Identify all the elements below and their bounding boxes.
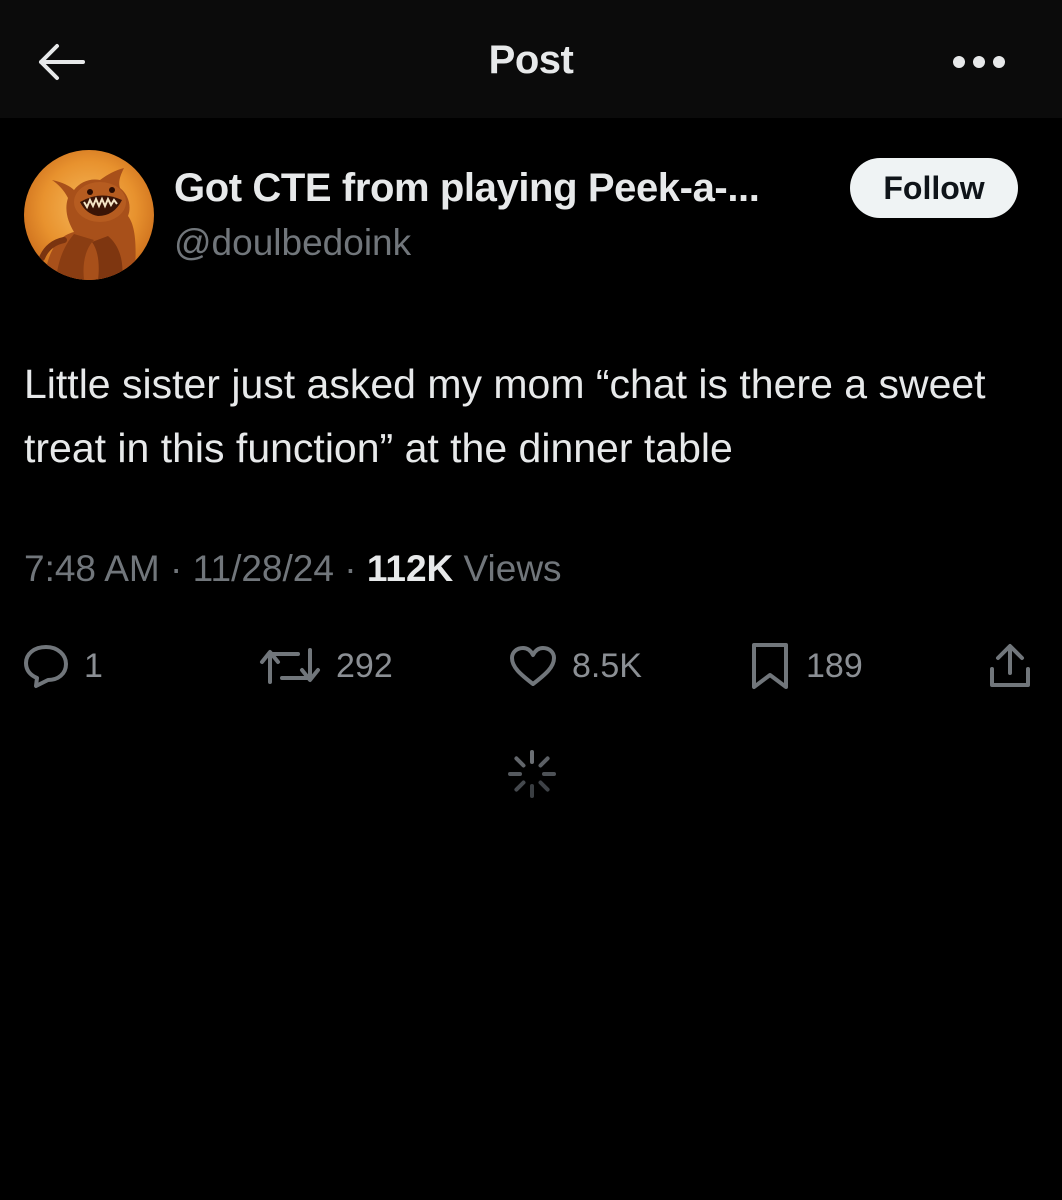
more-options-button[interactable] <box>948 44 1010 80</box>
views-count: 112K <box>366 548 454 589</box>
bookmark-count: 189 <box>806 646 863 685</box>
views-label: Views <box>463 548 562 589</box>
like-count: 8.5K <box>572 646 642 685</box>
meta-separator: · <box>170 548 183 589</box>
share-button[interactable] <box>986 636 1034 696</box>
post-text: Little sister just asked my mom “chat is… <box>24 361 986 471</box>
reply-icon <box>24 645 68 688</box>
bookmark-button[interactable]: 189 <box>748 636 863 696</box>
action-bar: 1 292 8.5K 189 <box>0 636 1062 696</box>
page-title: Post <box>488 38 574 82</box>
share-icon <box>990 644 1030 687</box>
top-bar: Post <box>0 0 1062 118</box>
reply-count: 1 <box>84 646 103 685</box>
repost-button[interactable]: 292 <box>258 636 393 696</box>
author-handle[interactable]: @doulbedoink <box>174 222 411 264</box>
follow-button[interactable]: Follow <box>850 158 1018 218</box>
like-button[interactable]: 8.5K <box>508 636 642 696</box>
loading-spinner-icon <box>506 748 558 800</box>
repost-icon <box>260 648 320 684</box>
author-display-name[interactable]: Got CTE from playing Peek-a-... <box>174 166 834 211</box>
reply-button[interactable]: 1 <box>22 636 103 696</box>
bookmark-icon <box>752 643 788 689</box>
repost-count: 292 <box>336 646 393 685</box>
post-meta: 7:48 AM · 11/28/24 · 112K Views <box>24 548 562 590</box>
avatar-image <box>24 150 154 280</box>
more-horizontal-icon <box>953 56 1005 68</box>
avatar[interactable] <box>24 150 154 280</box>
heart-icon <box>510 646 556 686</box>
post-date[interactable]: 11/28/24 <box>193 548 334 589</box>
post-time[interactable]: 7:48 AM <box>24 548 160 589</box>
meta-separator: · <box>344 548 357 589</box>
